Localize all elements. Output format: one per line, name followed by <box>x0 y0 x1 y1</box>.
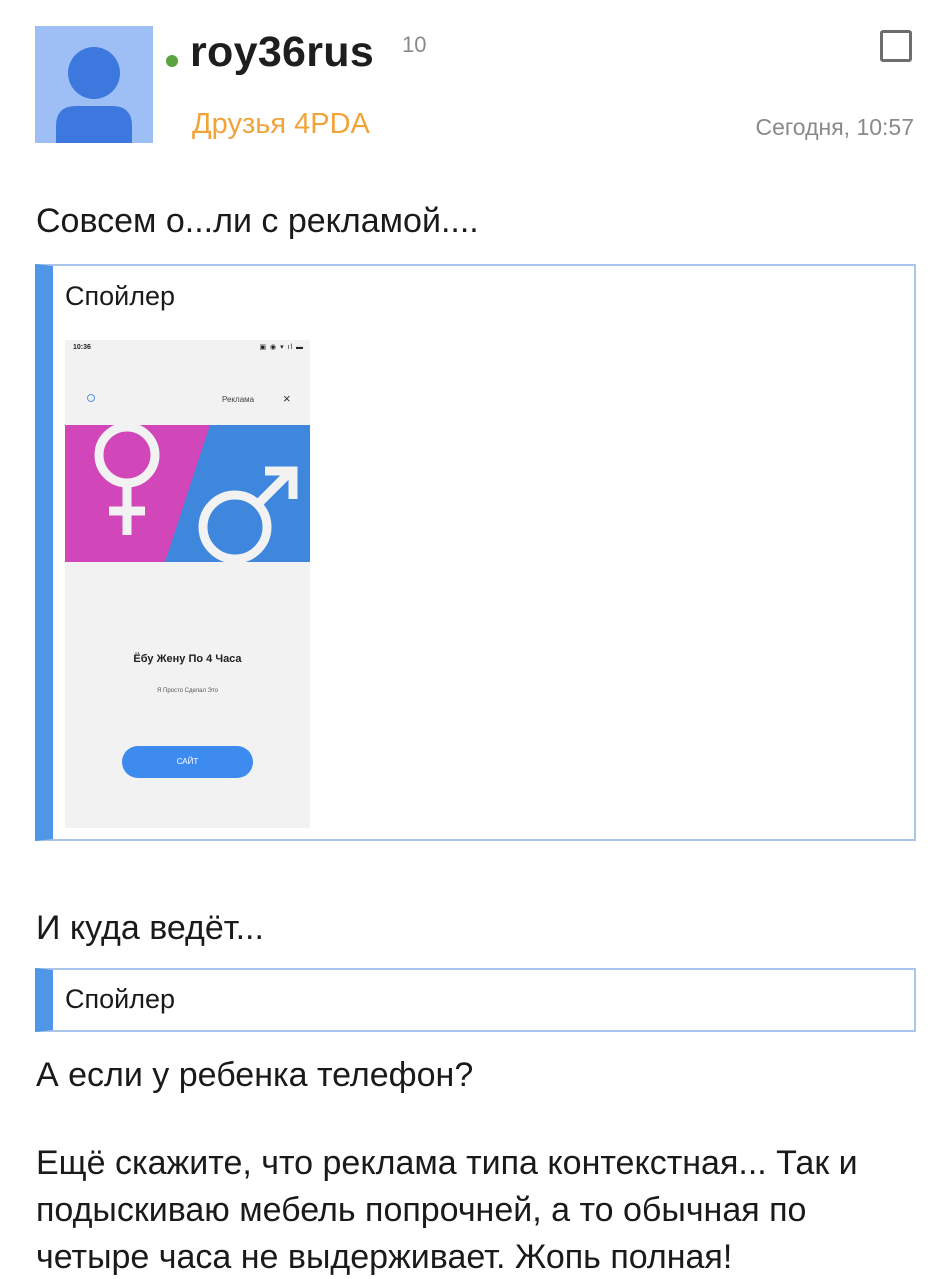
user-placeholder-icon <box>56 47 132 143</box>
ad-subtitle: Я Просто Сделал Это <box>157 688 218 694</box>
avatar[interactable] <box>35 26 153 143</box>
spoiler-toggle[interactable]: Спойлер <box>65 281 175 312</box>
post-text: И куда ведёт... <box>36 909 264 947</box>
post-text: А если у ребенка телефон? <box>36 1056 474 1094</box>
ad-headline: Ёбу Жену По 4 Часа <box>133 653 242 665</box>
post-text: Ещё скажите, что реклама типа контекстна… <box>36 1144 858 1276</box>
spoiler-toggle[interactable]: Спойлер <box>65 984 175 1015</box>
screenshot-status-time: 10:36 <box>73 344 91 351</box>
spoiler-block: Спойлер 10:36 ▣ ◉ ▾ ıl ▬ Реклама × Ёбу Ж… <box>35 264 916 841</box>
username-link[interactable]: roy36rus <box>190 28 374 77</box>
select-post-checkbox[interactable] <box>880 30 912 62</box>
forum-post: roy36rus 10 Друзья 4PDA Сегодня, 10:57 С… <box>0 0 950 1279</box>
ad-site-button: САЙТ <box>122 746 253 778</box>
post-text: Совсем о...ли с рекламой.... <box>36 202 479 240</box>
status-bar-icons: ▣ ◉ ▾ ıl ▬ <box>259 344 304 351</box>
attached-screenshot[interactable]: 10:36 ▣ ◉ ▾ ıl ▬ Реклама × Ёбу Жену По 4… <box>65 340 310 828</box>
spoiler-block: Спойлер <box>35 968 916 1032</box>
gender-symbols-banner <box>65 425 310 562</box>
close-icon: × <box>283 391 291 406</box>
online-status-indicator <box>166 55 178 67</box>
info-icon <box>87 394 95 402</box>
ad-label: Реклама <box>222 395 255 404</box>
post-timestamp: Сегодня, 10:57 <box>755 114 914 140</box>
reputation-count[interactable]: 10 <box>402 32 426 58</box>
user-group: Друзья 4PDA <box>192 108 370 140</box>
